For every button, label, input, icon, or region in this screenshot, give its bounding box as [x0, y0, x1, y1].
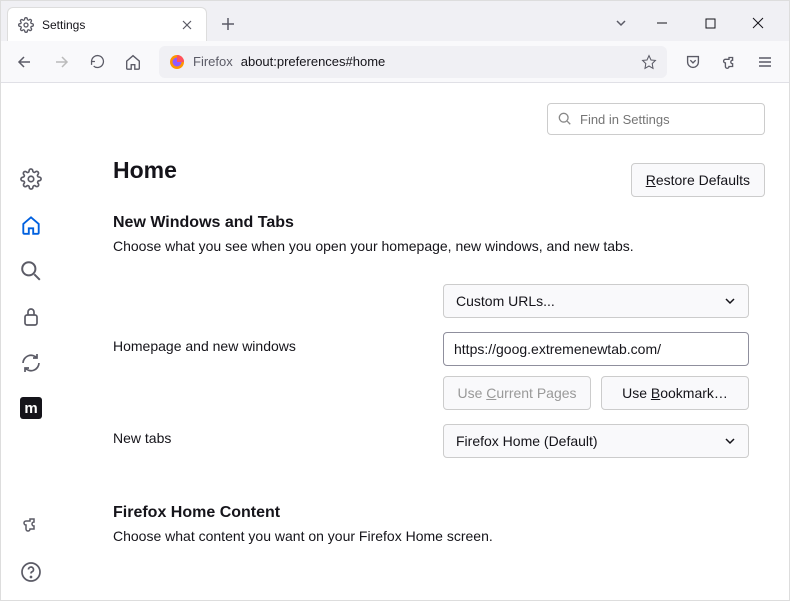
maximize-button[interactable] [689, 8, 731, 38]
settings-content: Home Restore Defaults New Windows and Ta… [61, 83, 789, 600]
tab-title: Settings [42, 18, 170, 32]
homepage-label: Homepage and new windows [113, 332, 443, 354]
tab-bar: Settings [1, 1, 789, 41]
pocket-icon[interactable] [677, 46, 709, 78]
home-button[interactable] [117, 46, 149, 78]
empty-label [113, 284, 443, 290]
forward-button[interactable] [45, 46, 77, 78]
settings-sidebar: m [1, 83, 61, 600]
sidebar-privacy-icon[interactable] [19, 305, 43, 329]
sidebar-home-icon[interactable] [19, 213, 43, 237]
section-home-content-desc: Choose what content you want on your Fir… [113, 528, 765, 544]
url-path: about:preferences#home [241, 54, 386, 69]
new-tab-button[interactable] [213, 9, 243, 39]
url-protocol: Firefox [193, 54, 233, 69]
search-settings-box[interactable] [547, 103, 765, 135]
homepage-mode-select[interactable]: Custom URLs... [443, 284, 749, 318]
newtabs-label: New tabs [113, 424, 443, 446]
section-home-content-title: Firefox Home Content [113, 504, 765, 522]
sidebar-general-icon[interactable] [19, 167, 43, 191]
close-icon[interactable] [178, 16, 196, 34]
use-bookmark-button[interactable]: Use Bookmark… [601, 376, 749, 410]
restore-defaults-button[interactable]: Restore Defaults [631, 163, 765, 197]
tabs-dropdown-icon[interactable] [607, 9, 635, 37]
newtabs-select[interactable]: Firefox Home (Default) [443, 424, 749, 458]
search-settings-input[interactable] [580, 112, 756, 127]
chevron-down-icon [724, 295, 736, 307]
homepage-url-input[interactable] [443, 332, 749, 366]
reload-button[interactable] [81, 46, 113, 78]
toolbar: Firefox about:preferences#home [1, 41, 789, 83]
section-windows-tabs-desc: Choose what you see when you open your h… [113, 238, 765, 254]
sidebar-more-icon[interactable]: m [20, 397, 42, 419]
close-window-button[interactable] [737, 8, 779, 38]
search-icon [558, 112, 572, 126]
sidebar-help-icon[interactable] [19, 560, 43, 584]
star-icon[interactable] [641, 54, 657, 70]
back-button[interactable] [9, 46, 41, 78]
sidebar-extensions-icon[interactable] [19, 514, 43, 538]
menu-icon[interactable] [749, 46, 781, 78]
sidebar-sync-icon[interactable] [19, 351, 43, 375]
section-windows-tabs-title: New Windows and Tabs [113, 214, 765, 232]
extensions-icon[interactable] [713, 46, 745, 78]
select-value: Custom URLs... [456, 293, 555, 309]
firefox-icon [169, 54, 185, 70]
tab-settings[interactable]: Settings [7, 7, 207, 41]
use-current-pages-button[interactable]: Use Current Pages [443, 376, 591, 410]
gear-icon [18, 17, 34, 33]
url-bar[interactable]: Firefox about:preferences#home [159, 46, 667, 78]
sidebar-search-icon[interactable] [19, 259, 43, 283]
chevron-down-icon [724, 435, 736, 447]
select-value: Firefox Home (Default) [456, 433, 598, 449]
minimize-button[interactable] [641, 8, 683, 38]
